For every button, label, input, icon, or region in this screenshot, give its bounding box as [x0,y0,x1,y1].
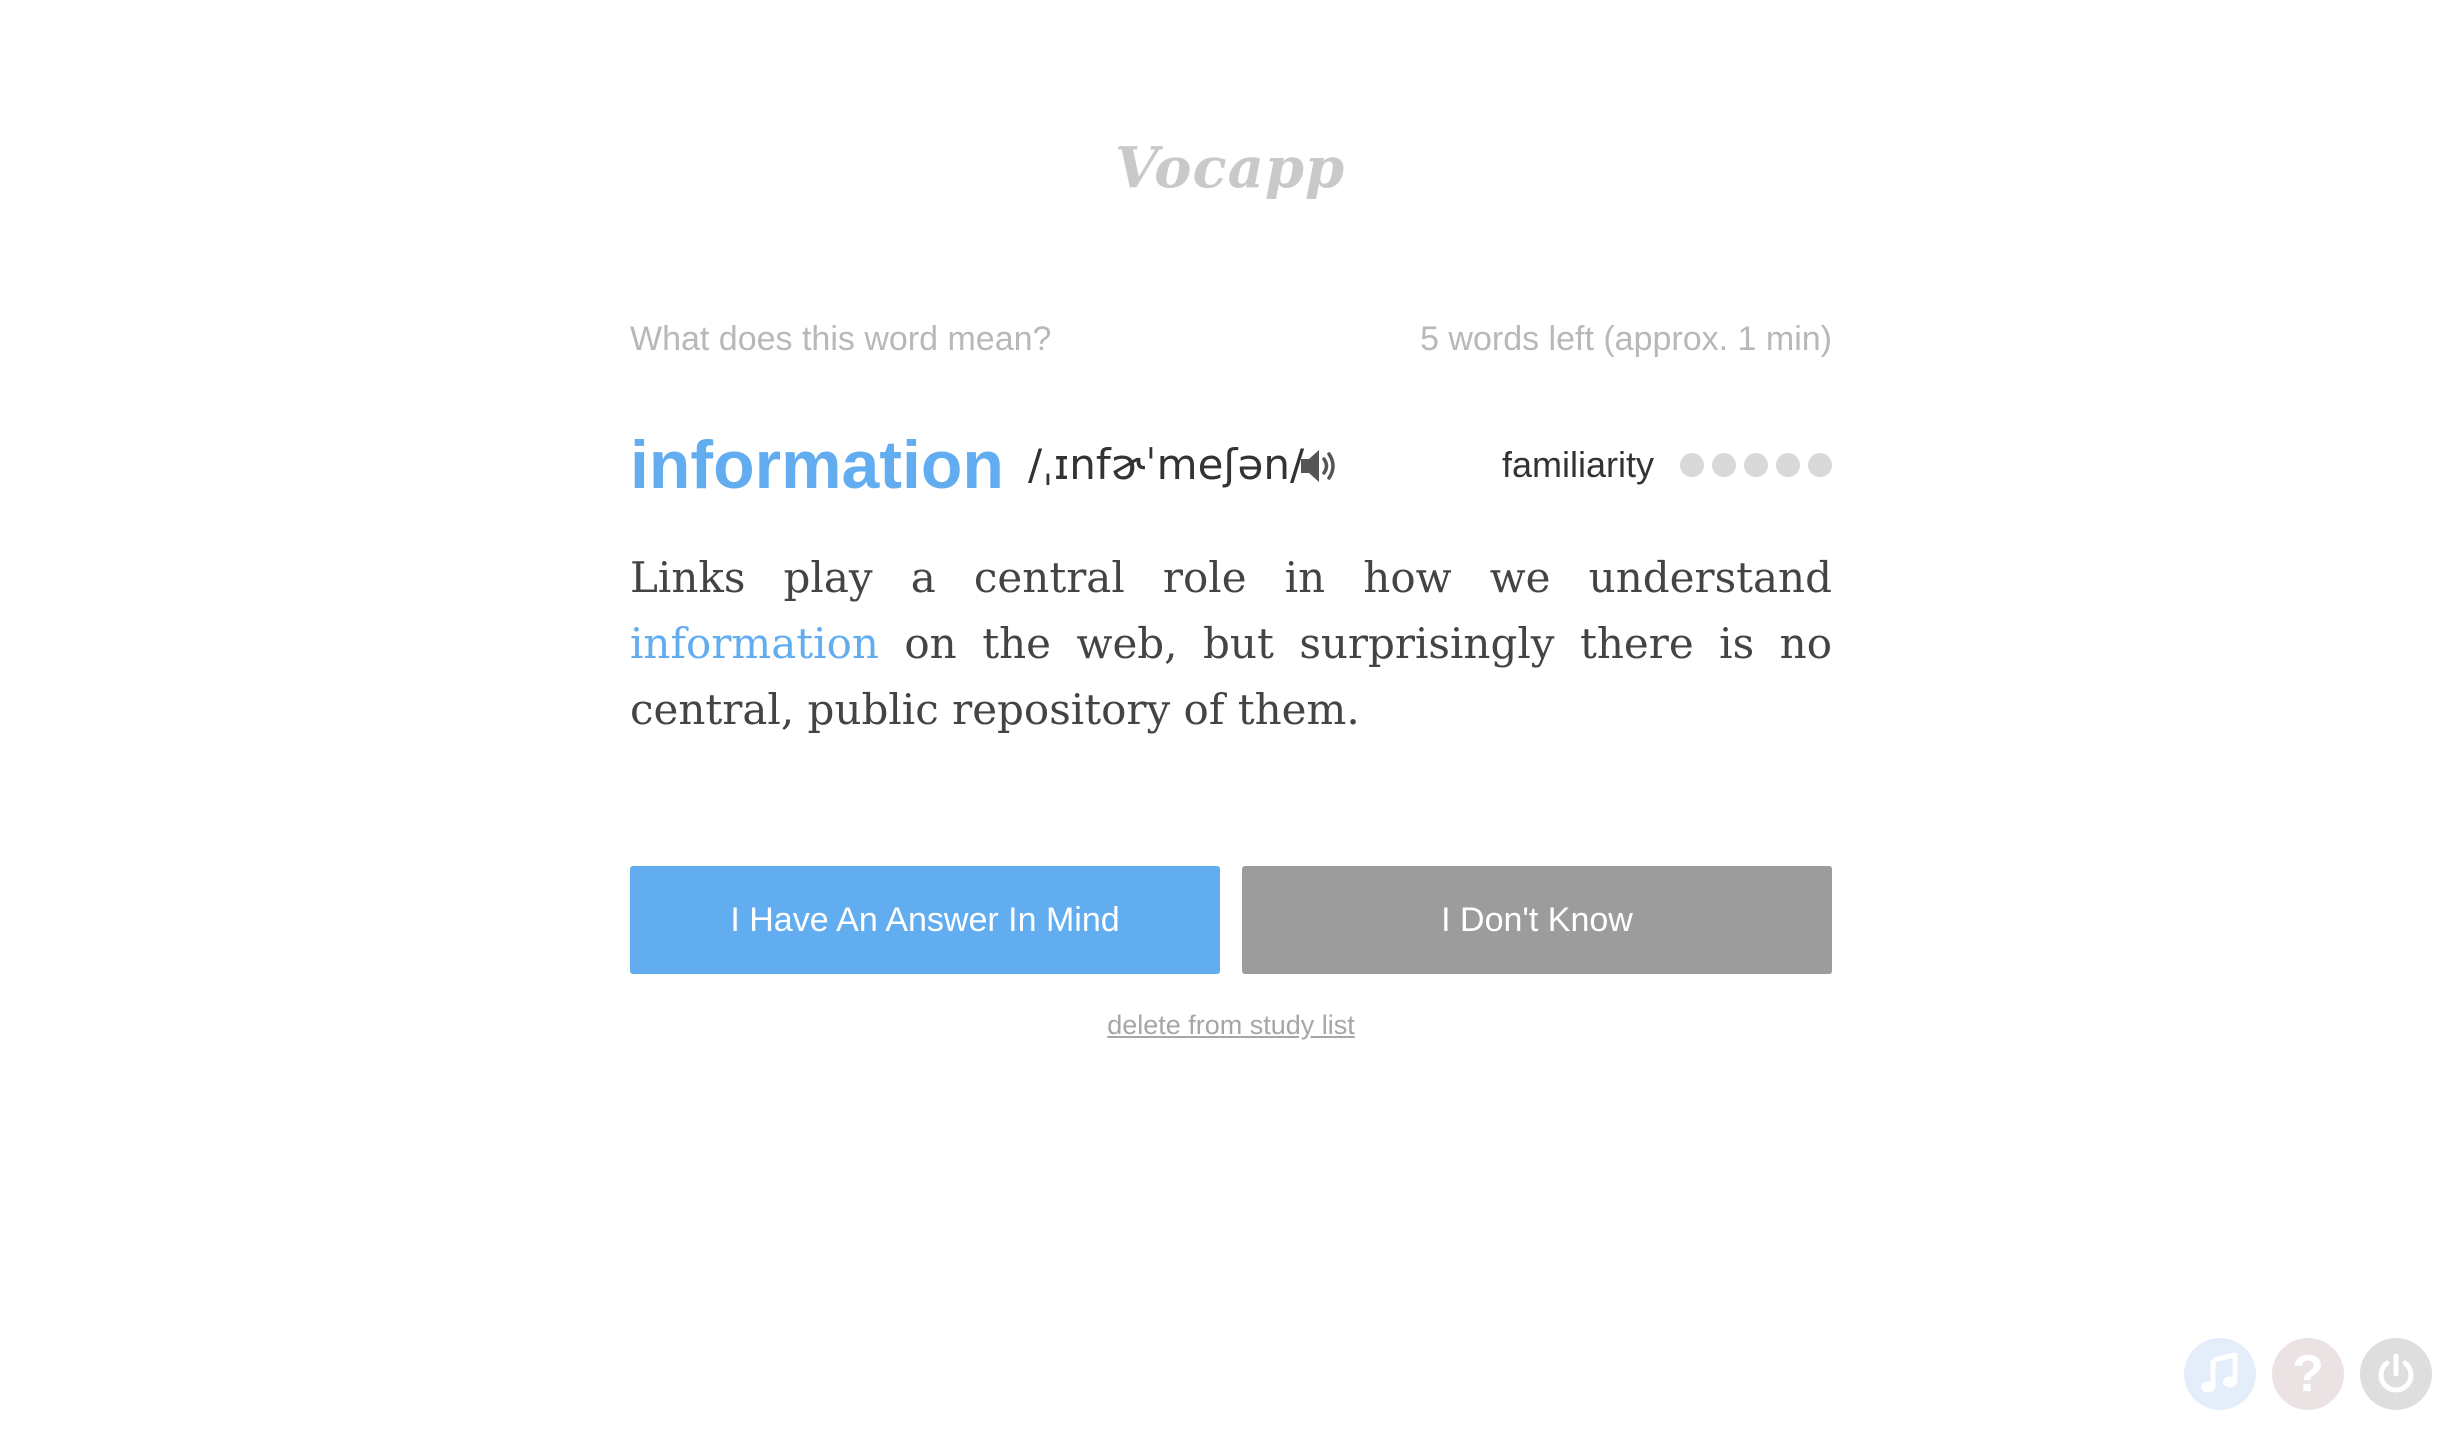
sentence-text-before: Links play a central role in how we unde… [630,553,1832,602]
familiarity-dot [1680,453,1704,477]
help-icon[interactable]: ? [2272,1338,2344,1410]
power-icon[interactable] [2360,1338,2432,1410]
question-prompt: What does this word mean? [630,320,1052,358]
dont-know-button[interactable]: I Don't Know [1242,866,1832,974]
familiarity-dot [1808,453,1832,477]
headword: information [630,427,1004,503]
answer-buttons: I Have An Answer In Mind I Don't Know [630,866,1832,974]
word-row: information /ˌɪnfɚˈmeʃən/ familiarity [630,420,1832,510]
familiarity-dot [1744,453,1768,477]
example-sentence: Links play a central role in how we unde… [630,545,1832,743]
pronunciation: /ˌɪnfɚˈmeʃən/ [1028,440,1305,489]
familiarity-meter: familiarity [1502,420,1832,510]
familiarity-label: familiarity [1501,444,1654,485]
app-logo: Vocapp [1114,135,1346,201]
words-remaining: 5 words left (approx. 1 min) [1420,320,1832,358]
sentence-highlighted-word: information [630,619,879,668]
familiarity-dot [1776,453,1800,477]
quiz-card: What does this word mean? 5 words left (… [630,320,1832,1040]
have-answer-button[interactable]: I Have An Answer In Mind [630,866,1220,974]
delete-from-study-list-link[interactable]: delete from study list [630,1010,1832,1041]
music-icon[interactable] [2184,1338,2256,1410]
speaker-icon[interactable] [1298,446,1340,486]
familiarity-dot [1712,453,1736,477]
prompt-row: What does this word mean? 5 words left (… [630,320,1832,370]
